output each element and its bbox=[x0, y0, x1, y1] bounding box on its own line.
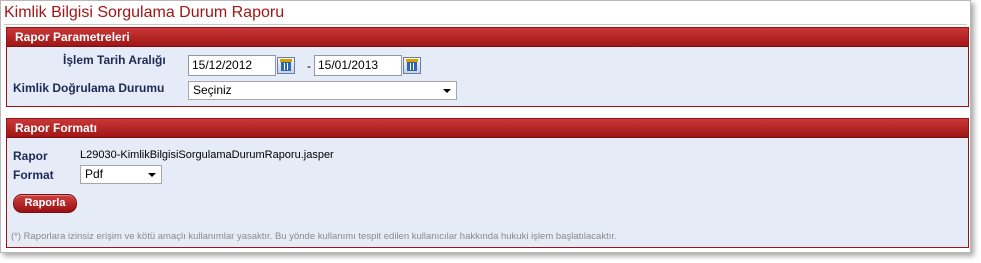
format-panel-header: Rapor Formatı bbox=[7, 119, 968, 138]
params-panel: Rapor Parametreleri İşlem Tarih Aralığı … bbox=[6, 27, 969, 107]
report-window: Kimlik Bilgisi Sorgulama Durum Raporu Ra… bbox=[0, 0, 971, 253]
start-date-input[interactable]: 15/12/2012 bbox=[188, 55, 276, 76]
legal-notice: (*) Raporlara izinsiz erişim ve kötü ama… bbox=[11, 231, 617, 242]
date-separator: - bbox=[307, 59, 311, 73]
report-label: Rapor bbox=[13, 149, 48, 163]
title-divider bbox=[4, 24, 967, 25]
end-date-input[interactable]: 15/01/2013 bbox=[314, 55, 402, 76]
date-range-label: İşlem Tarih Aralığı bbox=[63, 53, 166, 67]
format-panel: Rapor Formatı Rapor L29030-KimlikBilgisi… bbox=[6, 118, 969, 248]
status-select-value: Seçiniz bbox=[193, 83, 232, 97]
format-select-value: Pdf bbox=[85, 167, 104, 181]
params-panel-header: Rapor Parametreleri bbox=[7, 28, 968, 47]
format-select[interactable]: Pdf bbox=[80, 165, 162, 184]
format-label: Format bbox=[13, 168, 54, 182]
status-select[interactable]: Seçiniz bbox=[188, 81, 457, 100]
start-date-calendar-icon[interactable] bbox=[277, 57, 295, 74]
raporla-button[interactable]: Raporla bbox=[13, 194, 77, 213]
page-title: Kimlik Bilgisi Sorgulama Durum Raporu bbox=[4, 4, 285, 21]
status-label: Kimlik Doğrulama Durumu bbox=[13, 81, 165, 95]
chevron-down-icon bbox=[148, 173, 156, 177]
report-value: L29030-KimlikBilgisiSorgulamaDurumRaporu… bbox=[80, 149, 334, 161]
chevron-down-icon bbox=[443, 89, 451, 93]
end-date-calendar-icon[interactable] bbox=[403, 57, 421, 74]
